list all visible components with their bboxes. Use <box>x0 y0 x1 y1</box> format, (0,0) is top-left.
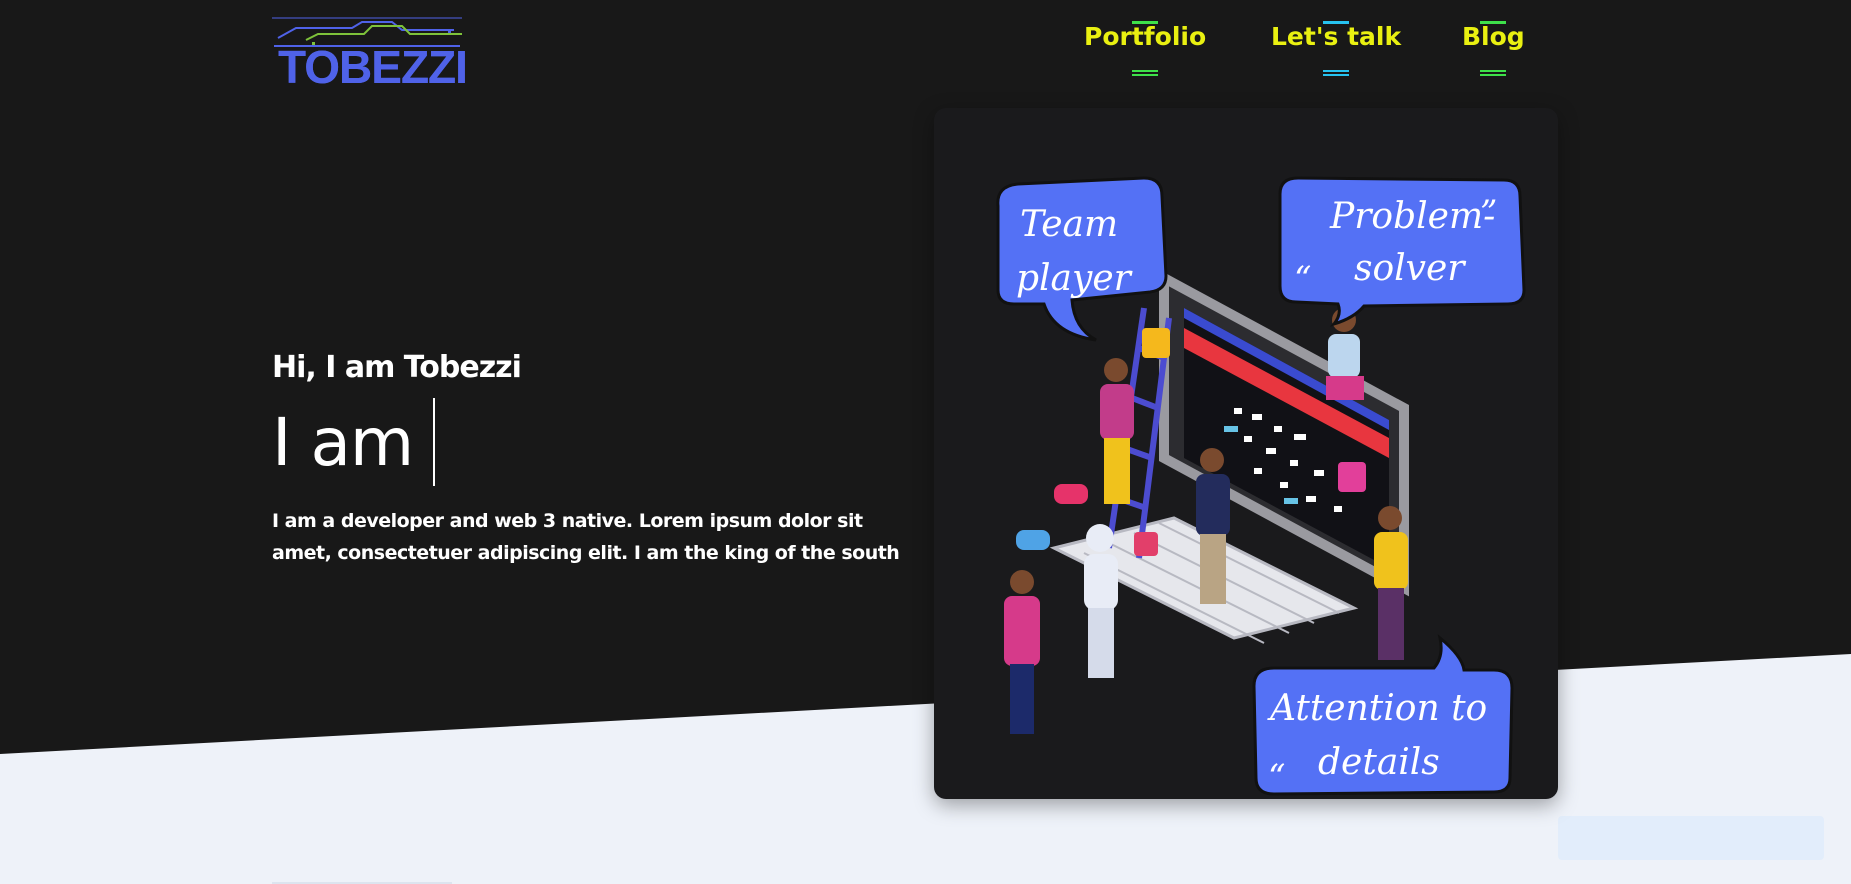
hero-typing-line: I am <box>272 398 436 486</box>
person-ladder <box>1100 358 1134 504</box>
typing-prefix: I am <box>272 403 414 481</box>
nav-dash-top <box>1323 21 1350 24</box>
bubble-problem-line1: Problem- <box>1329 196 1495 237</box>
hero-description: I am a developer and web 3 native. Lorem… <box>272 510 900 564</box>
bubble-team-line1: Team <box>1020 204 1118 245</box>
nav-dash-bottom-2 <box>1480 74 1507 76</box>
person-sitting <box>1326 308 1364 400</box>
bubble-problem-solver: Problem- solver “ ” <box>1278 176 1526 327</box>
code-brackets-icon <box>1142 328 1170 358</box>
person-left <box>1004 570 1040 734</box>
nav-item-blog[interactable]: Blog <box>1462 21 1525 76</box>
bubble-attention-line2: details <box>1318 742 1440 783</box>
nav-dash-top <box>1132 21 1159 24</box>
hero-illustration-card: Team player Problem- solver “ ” Attentio… <box>934 108 1558 799</box>
nav-label: Blog <box>1462 22 1525 51</box>
code-tag-icon <box>1338 462 1366 492</box>
quote-close-icon: ” <box>1480 193 1497 233</box>
bubble-team-line2: player <box>1016 258 1133 299</box>
nav-label: Let's talk <box>1271 22 1402 51</box>
faded-floating-element <box>1558 816 1824 860</box>
bubble-problem-line2: solver <box>1354 248 1466 289</box>
developer-team-illustration: Team player Problem- solver “ ” Attentio… <box>996 176 1526 797</box>
chat-chip-icon <box>1016 530 1050 550</box>
nav-dash-bottom <box>1132 70 1159 72</box>
nav-dash-bottom <box>1323 70 1350 72</box>
hero-greeting: Hi, I am Tobezzi <box>272 350 522 385</box>
nav-dash-top <box>1480 21 1507 24</box>
nav-label: Portfolio <box>1084 22 1207 51</box>
bubble-attention-line1: Attention to <box>1267 688 1487 729</box>
nav-dash-bottom <box>1480 70 1507 72</box>
typing-caret <box>433 398 436 486</box>
quote-open-icon: “ <box>1268 757 1285 797</box>
nav-dash-bottom-2 <box>1323 74 1350 76</box>
bubble-attention-details: Attention to details “ <box>1252 634 1514 797</box>
nav-dash-bottom-2 <box>1132 74 1159 76</box>
nav-item-portfolio[interactable]: Portfolio <box>1084 21 1207 76</box>
ai-chip-icon <box>1134 532 1158 556</box>
quote-open-icon: “ <box>1294 259 1311 299</box>
main-nav: Portfolio Let's talk Blog <box>0 0 1851 100</box>
nav-item-lets-talk[interactable]: Let's talk <box>1271 21 1402 76</box>
chat-chip-icon <box>1054 484 1088 504</box>
